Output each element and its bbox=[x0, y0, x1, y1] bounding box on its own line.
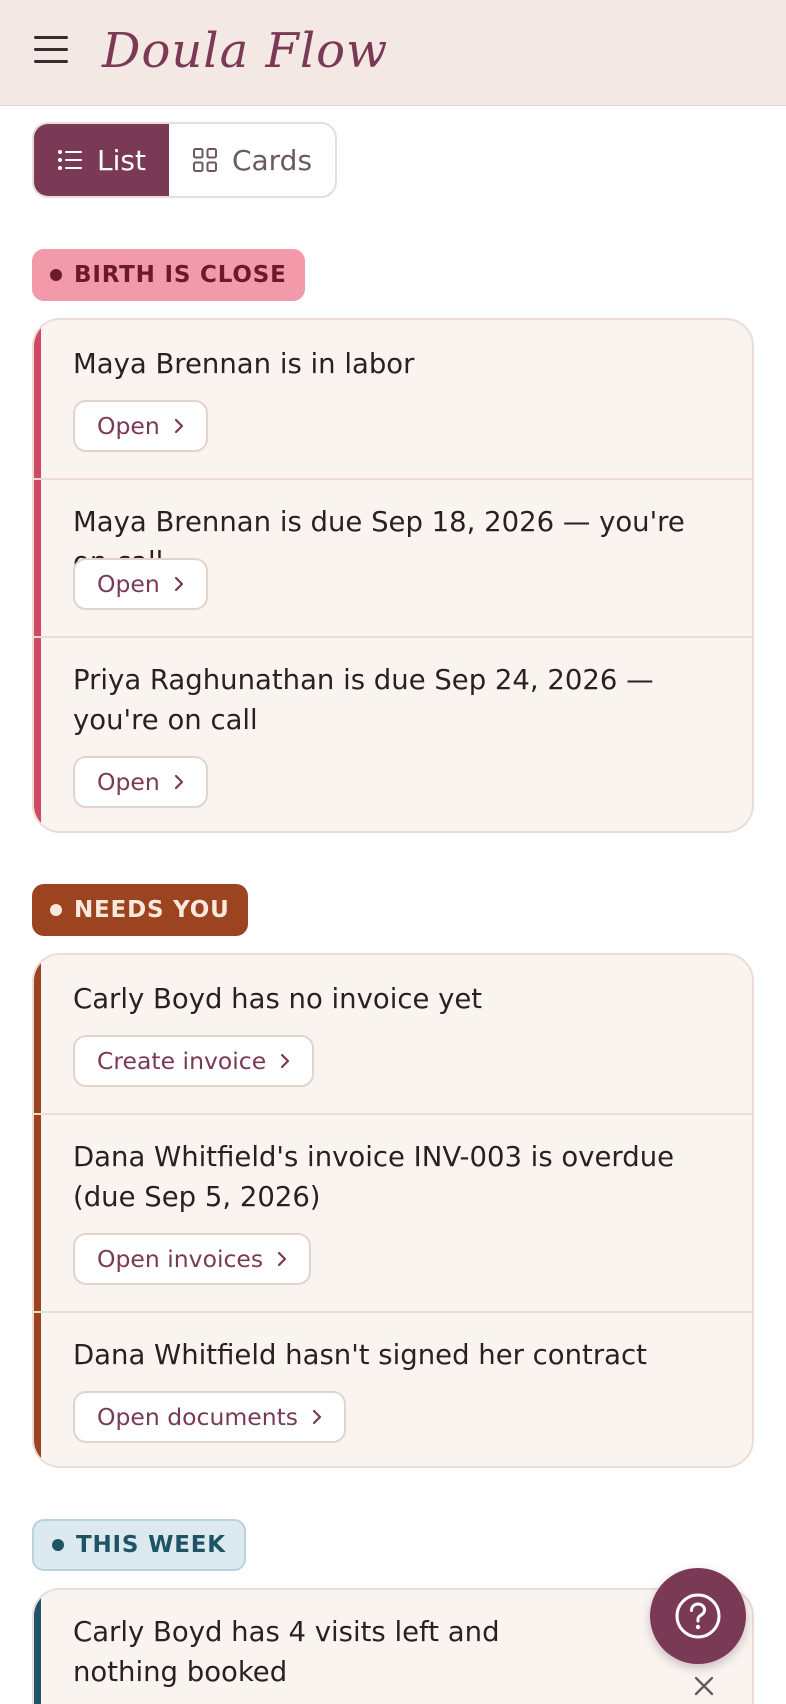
section-label-this-week: THIS WEEK bbox=[32, 1519, 246, 1571]
app-header: Doula Flow bbox=[0, 0, 786, 106]
list-icon bbox=[58, 150, 83, 170]
open-documents-button[interactable]: Open documents bbox=[73, 1391, 347, 1443]
list-item: Dana Whitfield hasn't signed her contrac… bbox=[34, 1311, 752, 1466]
section-label-text: THIS WEEK bbox=[76, 1532, 226, 1558]
section-label-birth-is-close: BIRTH IS CLOSE bbox=[32, 249, 305, 301]
open-button[interactable]: Open bbox=[73, 558, 208, 610]
item-text: Dana Whitfield's invoice INV-003 is over… bbox=[73, 1141, 675, 1213]
chevron-right-icon bbox=[174, 418, 183, 434]
close-icon[interactable] bbox=[692, 1674, 716, 1698]
attention-card-birth-is-close: Maya Brennan is in labor Open Maya Brenn… bbox=[32, 318, 754, 833]
open-button[interactable]: Open bbox=[73, 400, 208, 452]
list-view-label: List bbox=[97, 143, 146, 177]
view-toggle: List Cards bbox=[32, 122, 337, 198]
item-text: Maya Brennan is in labor bbox=[73, 348, 415, 380]
list-item: Maya Brennan is in labor Open bbox=[34, 320, 752, 478]
create-invoice-button[interactable]: Create invoice bbox=[73, 1035, 315, 1087]
open-button[interactable]: Open bbox=[73, 756, 208, 808]
help-button[interactable] bbox=[650, 1568, 746, 1664]
attention-card-needs-you: Carly Boyd has no invoice yet Create inv… bbox=[32, 953, 754, 1468]
list-item: Maya Brennan is due Sep 18, 2026 — you'r… bbox=[34, 478, 752, 636]
chevron-right-icon bbox=[312, 1409, 322, 1425]
item-text: Carly Boyd has no invoice yet bbox=[73, 983, 483, 1015]
item-text: Dana Whitfield hasn't signed her contrac… bbox=[73, 1339, 647, 1371]
item-text: Carly Boyd has 4 visits left and nothing… bbox=[73, 1616, 500, 1688]
item-text: Priya Raghunathan is due Sep 24, 2026 — … bbox=[73, 664, 654, 736]
list-item: Carly Boyd has no invoice yet Create inv… bbox=[34, 955, 752, 1113]
list-view-button[interactable]: List bbox=[34, 124, 169, 196]
cards-view-label: Cards bbox=[231, 143, 313, 177]
cards-view-button[interactable]: Cards bbox=[169, 124, 335, 196]
action-label: Open invoices bbox=[97, 1245, 264, 1273]
chevron-right-icon bbox=[174, 774, 183, 790]
list-item: Priya Raghunathan is due Sep 24, 2026 — … bbox=[34, 636, 752, 831]
status-dot-icon bbox=[52, 1539, 64, 1551]
chevron-right-icon bbox=[281, 1053, 290, 1069]
section-label-text: NEEDS YOU bbox=[74, 897, 230, 923]
section-label-needs-you: NEEDS YOU bbox=[32, 884, 248, 936]
question-mark-icon bbox=[675, 1593, 721, 1639]
section-label-text: BIRTH IS CLOSE bbox=[74, 262, 287, 288]
action-label: Open documents bbox=[97, 1403, 299, 1431]
status-dot-icon bbox=[50, 904, 62, 916]
hamburger-menu-icon[interactable] bbox=[34, 36, 68, 66]
list-item: Dana Whitfield's invoice INV-003 is over… bbox=[34, 1113, 752, 1311]
chevron-right-icon bbox=[278, 1251, 287, 1267]
attention-card-this-week: Carly Boyd has 4 visits left and nothing… bbox=[32, 1588, 754, 1704]
action-label: Open bbox=[97, 768, 160, 796]
list-item: Carly Boyd has 4 visits left and nothing… bbox=[34, 1590, 752, 1704]
grid-icon bbox=[192, 148, 217, 172]
status-dot-icon bbox=[50, 269, 62, 281]
action-label: Open bbox=[97, 412, 160, 440]
app-logo[interactable]: Doula Flow bbox=[102, 16, 388, 86]
action-label: Open bbox=[97, 570, 160, 598]
chevron-right-icon bbox=[174, 576, 183, 592]
open-invoices-button[interactable]: Open invoices bbox=[73, 1233, 312, 1285]
action-label: Create invoice bbox=[97, 1047, 267, 1075]
